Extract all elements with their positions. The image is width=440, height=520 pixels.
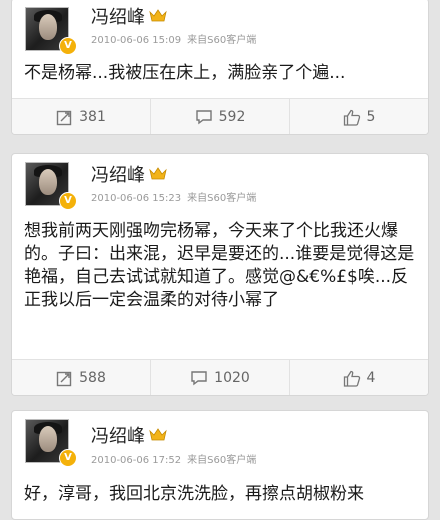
repost-button[interactable]: 381: [12, 99, 151, 134]
thumbs-up-icon: [343, 370, 360, 387]
verified-v-icon: V: [59, 192, 77, 210]
post-meta: 2010-06-06 15:09 来自S60客户端: [91, 31, 262, 46]
crown-icon: [149, 167, 167, 180]
author-name[interactable]: 冯绍峰: [91, 3, 145, 29]
post-meta: 2010-06-06 17:52 来自S60客户端: [91, 451, 262, 466]
post-text: 好，淳哥，我回北京洗洗脸，再擦点胡椒粉来: [24, 484, 364, 504]
comment-count: 1020: [214, 370, 250, 386]
comment-icon: [191, 371, 207, 386]
weibo-post-card: V 冯绍峰 2010-06-06 15:09 来自S60客户端 不是杨幂...我被…: [11, 0, 429, 135]
weibo-post-card: V 冯绍峰 2010-06-06 15:23 来自S60客户端 想我前两天刚强吻完…: [11, 153, 429, 396]
like-count: 5: [366, 109, 376, 125]
verified-v-icon: V: [59, 449, 77, 467]
comment-button[interactable]: 1020: [151, 360, 290, 395]
thumbs-up-icon: [343, 109, 360, 126]
like-count: 4: [366, 370, 376, 386]
comment-icon: [195, 110, 212, 125]
comment-count: 592: [218, 109, 246, 125]
like-button[interactable]: 4: [290, 360, 428, 395]
repost-count: 588: [79, 370, 106, 386]
post-text: 不是杨幂...我被压在床上，满脸亲了个遍...: [24, 63, 346, 83]
verified-v-icon: V: [59, 37, 77, 55]
post-source[interactable]: 来自S60客户端: [187, 455, 256, 466]
weibo-post-card: V 冯绍峰 2010-06-06 17:52 来自S60客户端 好，淳哥，我回北京…: [11, 410, 429, 520]
repost-button[interactable]: 588: [12, 360, 151, 395]
comment-button[interactable]: 592: [151, 99, 290, 134]
post-meta: 2010-06-06 15:23 来自S60客户端: [91, 189, 262, 204]
post-actions: 381 592 5: [12, 98, 428, 134]
post-time: 2010-06-06 15:23: [91, 193, 182, 204]
author-name[interactable]: 冯绍峰: [91, 161, 145, 187]
repost-icon: [56, 371, 72, 386]
repost-icon: [56, 110, 72, 125]
like-button[interactable]: 5: [290, 99, 428, 134]
post-text: 想我前两天刚强吻完杨幂，今天来了个比我还火爆的。子曰：出来混，迟早是要还的...…: [24, 221, 415, 310]
crown-icon: [149, 428, 167, 441]
post-source[interactable]: 来自S60客户端: [187, 35, 256, 46]
author-name[interactable]: 冯绍峰: [91, 422, 145, 448]
post-actions: 588 1020 4: [12, 359, 428, 395]
crown-icon: [149, 9, 167, 22]
post-time: 2010-06-06 15:09: [91, 35, 182, 46]
repost-count: 381: [79, 109, 106, 125]
post-source[interactable]: 来自S60客户端: [187, 193, 256, 204]
post-time: 2010-06-06 17:52: [91, 455, 182, 466]
